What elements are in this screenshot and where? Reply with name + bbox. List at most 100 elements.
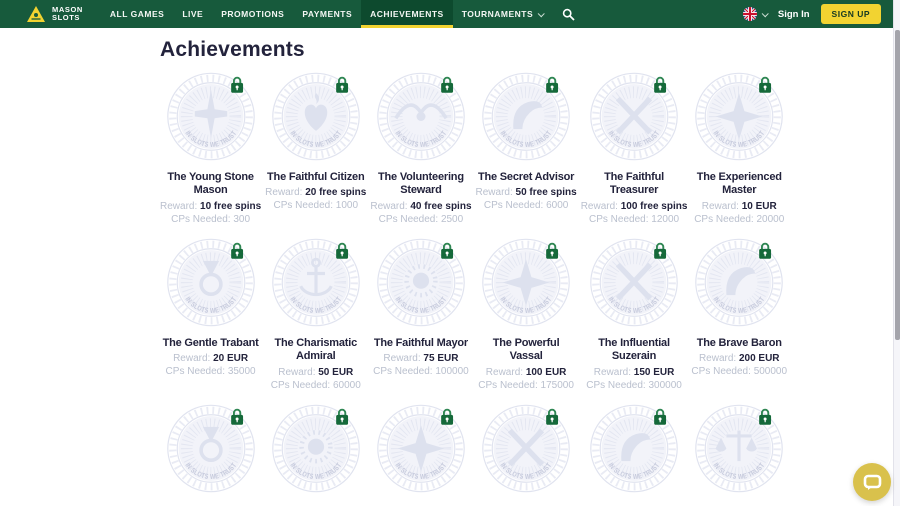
achievement-cps: CPs Needed: 500000 (691, 366, 787, 377)
achievement-badge: IN SLOTS WE TRUST (271, 70, 361, 163)
achievement-card: IN SLOTS WE TRUST (263, 402, 368, 506)
brand-logo[interactable]: MASON SLOTS (26, 0, 83, 28)
lock-icon (230, 408, 244, 425)
achievement-title: The Faithful Citizen (265, 171, 366, 184)
achievement-badge: IN SLOTS WE TRUST (166, 402, 256, 495)
achievement-card: IN SLOTS WE TRUST The Faithful Citizen R… (263, 70, 368, 236)
search-button[interactable] (552, 0, 585, 28)
lock-icon (335, 76, 349, 93)
lock-icon (335, 242, 349, 259)
achievement-card: IN SLOTS WE TRUST The Brave Baron Reward… (689, 236, 789, 402)
achievement-badge: IN SLOTS WE TRUST (376, 70, 466, 163)
top-nav: MASON SLOTS ALL GAMES LIVE PROMOTIONS PA… (0, 0, 893, 28)
achievement-title: The Brave Baron (691, 337, 787, 350)
chat-bubble-icon (863, 474, 882, 491)
achievement-title: The Faithful Treasurer (581, 171, 688, 198)
chevron-down-icon (538, 10, 545, 17)
achievement-reward: Reward: 100 free spins (581, 201, 688, 212)
achievement-card: IN SLOTS WE TRUST (474, 402, 579, 506)
achievement-card: IN SLOTS WE TRUST The Faithful Treasurer… (579, 70, 690, 236)
achievement-cps: CPs Needed: 300000 (581, 380, 688, 391)
sign-up-button[interactable]: SIGN UP (821, 4, 881, 24)
achievement-badge: IN SLOTS WE TRUST (166, 70, 256, 163)
nav-live[interactable]: LIVE (173, 0, 212, 28)
achievement-reward: Reward: 100 EUR (476, 367, 577, 378)
lock-icon (653, 408, 667, 425)
achievement-card: IN SLOTS WE TRUST The Charismatic Admira… (263, 236, 368, 402)
lock-icon (758, 242, 772, 259)
achievement-badge: IN SLOTS WE TRUST (589, 236, 679, 329)
sign-in-link[interactable]: Sign In (778, 9, 810, 20)
chevron-down-icon (762, 10, 769, 17)
achievement-cps: CPs Needed: 100000 (370, 366, 471, 377)
achievement-card: IN SLOTS WE TRUST (368, 402, 473, 506)
achievement-reward: Reward: 50 free spins (476, 187, 577, 198)
nav-all-games[interactable]: ALL GAMES (101, 0, 173, 28)
lock-icon (545, 242, 559, 259)
achievement-title: The Gentle Trabant (160, 337, 261, 350)
achievement-card: IN SLOTS WE TRUST The Powerful Vassal Re… (474, 236, 579, 402)
achievement-title: The Secret Advisor (476, 171, 577, 184)
achievement-title: The Faithful Mayor (370, 337, 471, 350)
achievement-cps: CPs Needed: 60000 (265, 380, 366, 391)
achievement-badge: IN SLOTS WE TRUST (481, 70, 571, 163)
lock-icon (545, 76, 559, 93)
nav-achievements[interactable]: ACHIEVEMENTS (361, 0, 453, 28)
achievement-badge: IN SLOTS WE TRUST (589, 70, 679, 163)
scrollbar-track[interactable] (893, 0, 900, 506)
lock-icon (230, 76, 244, 93)
search-icon (562, 8, 575, 21)
achievement-title: The Charismatic Admiral (265, 337, 366, 364)
achievement-cps: CPs Needed: 1000 (265, 200, 366, 211)
scrollbar-thumb[interactable] (895, 30, 900, 340)
achievement-title: The Powerful Vassal (476, 337, 577, 364)
achievement-reward: Reward: 20 free spins (265, 187, 366, 198)
achievement-card: IN SLOTS WE TRUST The Gentle Trabant Rew… (158, 236, 263, 402)
lock-icon (758, 76, 772, 93)
achievement-badge: IN SLOTS WE TRUST (376, 402, 466, 495)
nav-payments[interactable]: PAYMENTS (293, 0, 361, 28)
achievement-reward: Reward: 75 EUR (370, 353, 471, 364)
achievement-title: The Influential Suzerain (581, 337, 688, 364)
achievement-badge: IN SLOTS WE TRUST (589, 402, 679, 495)
uk-flag-icon (743, 7, 757, 21)
achievement-card: IN SLOTS WE TRUST The Secret Advisor Rew… (474, 70, 579, 236)
achievement-cps: CPs Needed: 300 (160, 214, 261, 225)
achievement-badge: IN SLOTS WE TRUST (694, 402, 784, 495)
achievement-reward: Reward: 10 free spins (160, 201, 261, 212)
achievement-cps: CPs Needed: 2500 (370, 214, 471, 225)
achievement-reward: Reward: 50 EUR (265, 367, 366, 378)
achievement-cps: CPs Needed: 6000 (476, 200, 577, 211)
achievement-badge: IN SLOTS WE TRUST (481, 236, 571, 329)
achievement-badge: IN SLOTS WE TRUST (481, 402, 571, 495)
language-selector[interactable] (743, 7, 767, 21)
top-right-controls: Sign In SIGN UP (743, 0, 893, 28)
live-chat-button[interactable] (853, 463, 891, 501)
achievement-badge: IN SLOTS WE TRUST (376, 236, 466, 329)
achievement-card: IN SLOTS WE TRUST (689, 402, 789, 506)
achievement-cps: CPs Needed: 20000 (691, 214, 787, 225)
achievement-card: IN SLOTS WE TRUST The Influential Suzera… (579, 236, 690, 402)
achievement-card: IN SLOTS WE TRUST The Experienced Master… (689, 70, 789, 236)
main-nav: ALL GAMES LIVE PROMOTIONS PAYMENTS ACHIE… (101, 0, 585, 28)
nav-tournaments[interactable]: TOURNAMENTS (453, 0, 552, 28)
lock-icon (653, 76, 667, 93)
nav-promotions[interactable]: PROMOTIONS (212, 0, 293, 28)
achievement-badge: IN SLOTS WE TRUST (166, 236, 256, 329)
achievement-reward: Reward: 20 EUR (160, 353, 261, 364)
achievements-page: Achievements IN SLOTS WE TRUST The Young… (158, 38, 742, 506)
lock-icon (230, 242, 244, 259)
achievements-grid: IN SLOTS WE TRUST The Young Stone Mason … (158, 70, 742, 506)
achievement-reward: Reward: 150 EUR (581, 367, 688, 378)
lock-icon (335, 408, 349, 425)
achievement-reward: Reward: 10 EUR (691, 201, 787, 212)
achievement-badge: IN SLOTS WE TRUST (271, 402, 361, 495)
achievement-title: The Young Stone Mason (160, 171, 261, 198)
achievement-badge: IN SLOTS WE TRUST (694, 70, 784, 163)
achievement-badge: IN SLOTS WE TRUST (271, 236, 361, 329)
achievement-title: The Experienced Master (691, 171, 787, 198)
achievement-badge: IN SLOTS WE TRUST (694, 236, 784, 329)
achievement-card: IN SLOTS WE TRUST The Young Stone Mason … (158, 70, 263, 236)
achievement-title: The Volunteering Steward (370, 171, 471, 198)
mason-triangle-icon (26, 5, 46, 23)
